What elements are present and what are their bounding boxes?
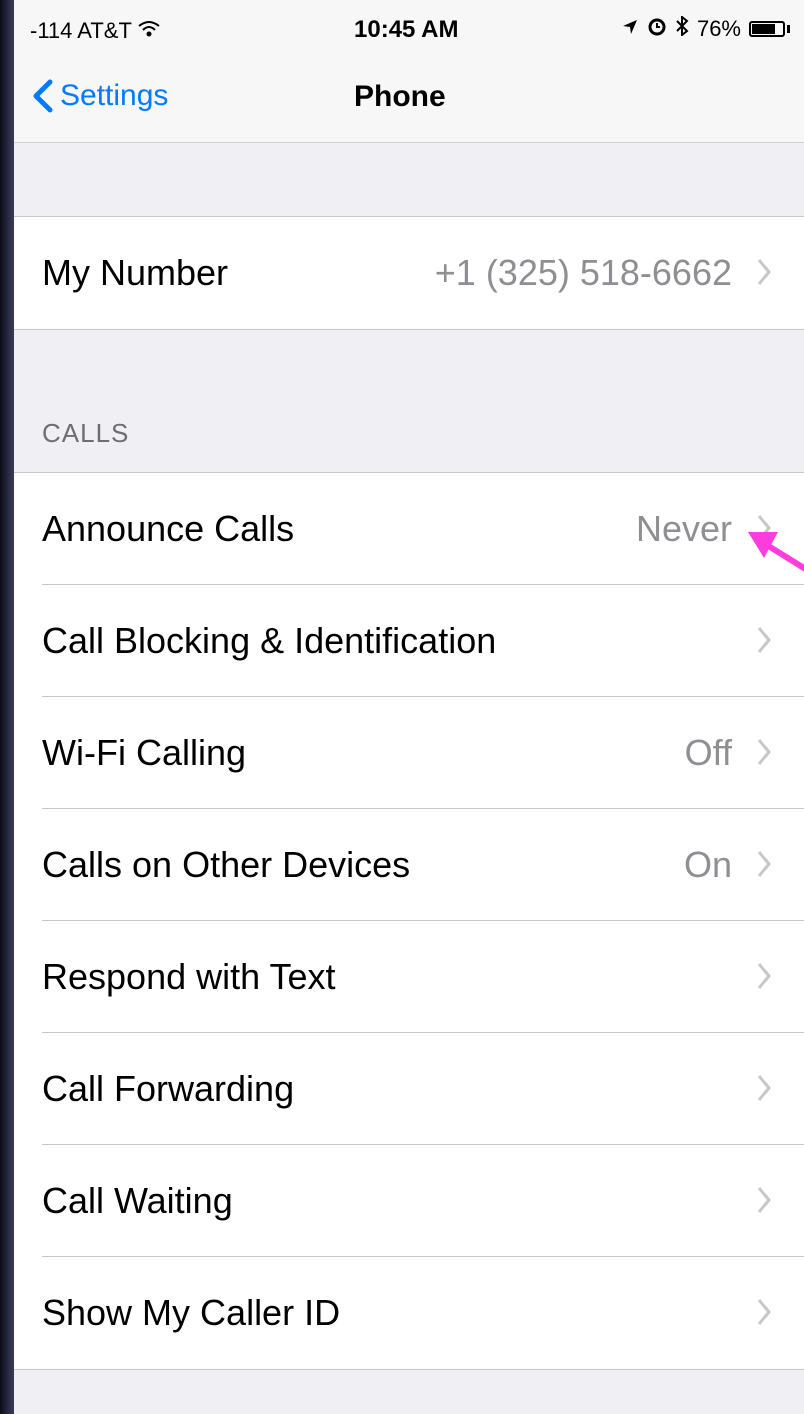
back-button-label: Settings — [60, 79, 169, 112]
row-value: Off — [684, 732, 732, 773]
chevron-right-icon — [757, 963, 771, 989]
row-respond-with-text[interactable]: Respond with Text — [14, 921, 804, 1033]
calls-group: Announce Calls Never Call Blocking & Ide… — [14, 472, 804, 1370]
chevron-right-icon — [757, 627, 771, 653]
row-calls-on-other-devices[interactable]: Calls on Other Devices On — [14, 809, 804, 921]
row-value: Never — [635, 508, 732, 549]
chevron-right-icon — [757, 1299, 771, 1325]
status-bar: -114 AT&T 10:45 AM 76% — [14, 0, 804, 56]
battery-percent: 76% — [696, 16, 741, 41]
device-bezel — [0, 0, 14, 1414]
row-label: Show My Caller ID — [42, 1292, 341, 1333]
page-title: Phone — [354, 80, 446, 113]
chevron-right-icon — [757, 1187, 771, 1213]
chevron-right-icon — [757, 739, 771, 765]
annotation-arrow-icon — [748, 532, 804, 572]
wifi-icon — [138, 21, 160, 43]
my-number-group: My Number +1 (325) 518-6662 — [14, 216, 804, 330]
row-value: On — [683, 844, 732, 885]
row-label: Announce Calls — [42, 508, 295, 549]
calls-section-header: CALLS — [42, 418, 130, 448]
row-label: Respond with Text — [42, 956, 336, 997]
my-number-value: +1 (325) 518-6662 — [434, 252, 732, 293]
status-indicators: 76% — [621, 14, 790, 42]
carrier-signal: -114 AT&T — [30, 18, 160, 44]
chevron-right-icon — [757, 259, 771, 285]
row-label: Call Waiting — [42, 1180, 233, 1221]
status-time: 10:45 AM — [354, 16, 459, 43]
chevron-right-icon — [757, 1075, 771, 1101]
my-number-row[interactable]: My Number +1 (325) 518-6662 — [14, 217, 804, 329]
back-chevron-icon — [33, 79, 53, 113]
carrier-text: -114 AT&T — [30, 18, 132, 43]
battery-tip — [787, 25, 790, 33]
row-label: Wi-Fi Calling — [42, 732, 247, 773]
row-wifi-calling[interactable]: Wi-Fi Calling Off — [14, 697, 804, 809]
row-announce-calls[interactable]: Announce Calls Never — [14, 473, 804, 585]
bluetooth-icon — [675, 14, 689, 42]
navigation-bar: Settings Phone — [14, 56, 804, 143]
row-call-forwarding[interactable]: Call Forwarding — [14, 1033, 804, 1145]
battery-level-fill — [752, 24, 775, 34]
my-number-label: My Number — [42, 252, 229, 293]
row-call-blocking-identification[interactable]: Call Blocking & Identification — [14, 585, 804, 697]
row-label: Calls on Other Devices — [42, 844, 411, 885]
row-label: Call Forwarding — [42, 1068, 295, 1109]
battery-icon — [749, 21, 785, 37]
location-icon — [621, 16, 639, 42]
row-label: Call Blocking & Identification — [42, 620, 497, 661]
alarm-icon — [647, 16, 667, 42]
phone-settings-screen: -114 AT&T 10:45 AM 76% Settings Phone My… — [14, 0, 804, 1414]
row-call-waiting[interactable]: Call Waiting — [14, 1145, 804, 1257]
row-show-my-caller-id[interactable]: Show My Caller ID — [14, 1257, 804, 1369]
back-button[interactable]: Settings — [30, 76, 168, 116]
chevron-right-icon — [757, 851, 771, 877]
